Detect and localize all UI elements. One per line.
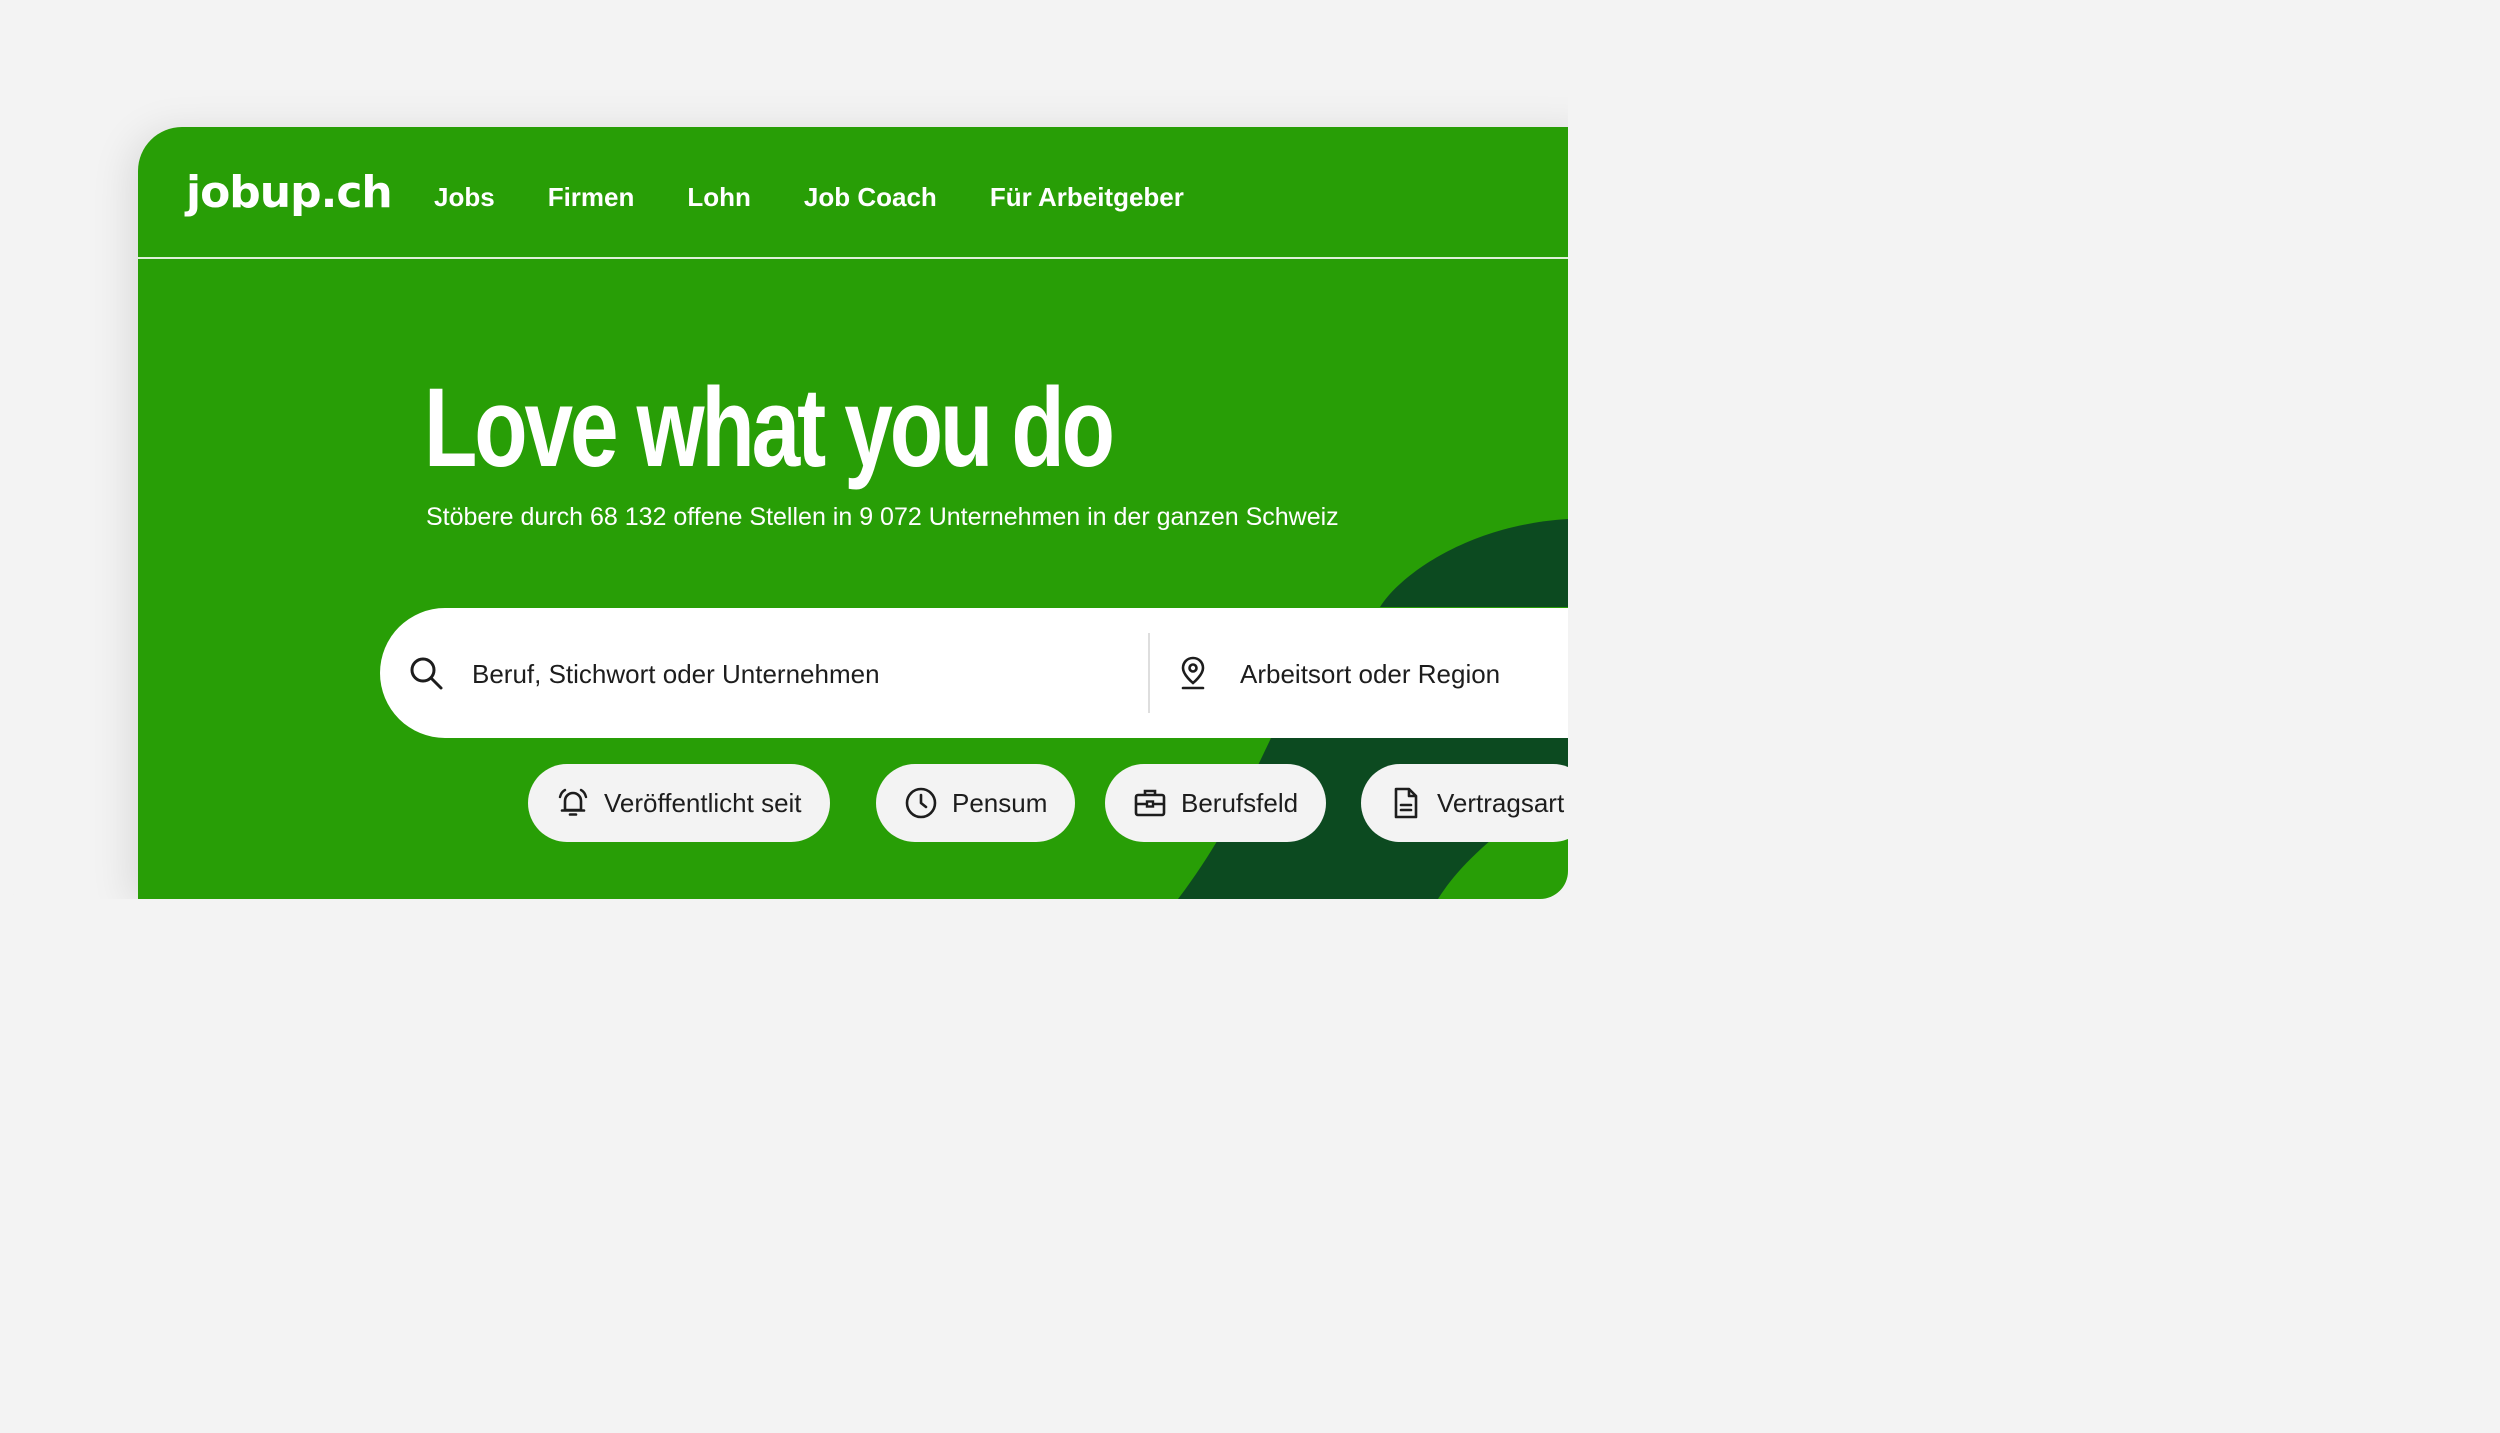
job-search-bar: [380, 608, 1568, 738]
location-pin-icon: [1181, 656, 1205, 690]
top-navigation: jobup.ch Jobs Firmen Lohn Job Coach Für …: [138, 127, 1568, 259]
nav-item-jobs[interactable]: Jobs: [434, 177, 495, 217]
briefcase-icon: [1134, 789, 1166, 817]
keyword-search-input[interactable]: [470, 648, 1114, 700]
hero-subtitle: Stöbere durch 68 132 offene Stellen in 9…: [426, 503, 1339, 531]
search-icon: [410, 657, 443, 690]
filter-berufsfeld[interactable]: Berufsfeld: [1105, 764, 1327, 842]
chip-label: Vertragsart: [1437, 787, 1565, 818]
filter-pensum[interactable]: Pensum: [876, 764, 1076, 842]
search-divider: [1148, 633, 1150, 713]
chip-label: Veröffentlicht seit: [604, 787, 802, 818]
nav-item-firmen[interactable]: Firmen: [548, 177, 635, 217]
chip-label: Berufsfeld: [1181, 787, 1299, 818]
filter-vertragsart[interactable]: Vertragsart: [1361, 764, 1568, 842]
hero-title: Love what you do: [424, 365, 1115, 490]
nav-item-job-coach[interactable]: Job Coach: [804, 177, 937, 217]
browser-window: jobup.ch Jobs Firmen Lohn Job Coach Für …: [138, 127, 1568, 899]
nav-item-lohn[interactable]: Lohn: [687, 177, 751, 217]
bell-icon: [558, 788, 588, 816]
chip-label: Pensum: [952, 787, 1048, 818]
page-backdrop: jobup.ch Jobs Firmen Lohn Job Coach Für …: [0, 0, 1568, 899]
nav-item-fuer-arbeitgeber[interactable]: Für Arbeitgeber: [990, 177, 1184, 217]
clock-icon: [905, 787, 937, 819]
location-search-input[interactable]: [1238, 648, 1568, 700]
main-nav: Jobs Firmen Lohn Job Coach Für Arbeitgeb…: [434, 177, 1237, 217]
filter-veroeffentlicht-seit[interactable]: Veröffentlicht seit: [528, 764, 830, 842]
document-icon: [1394, 787, 1418, 819]
jobup-logo[interactable]: jobup.ch: [186, 163, 393, 223]
